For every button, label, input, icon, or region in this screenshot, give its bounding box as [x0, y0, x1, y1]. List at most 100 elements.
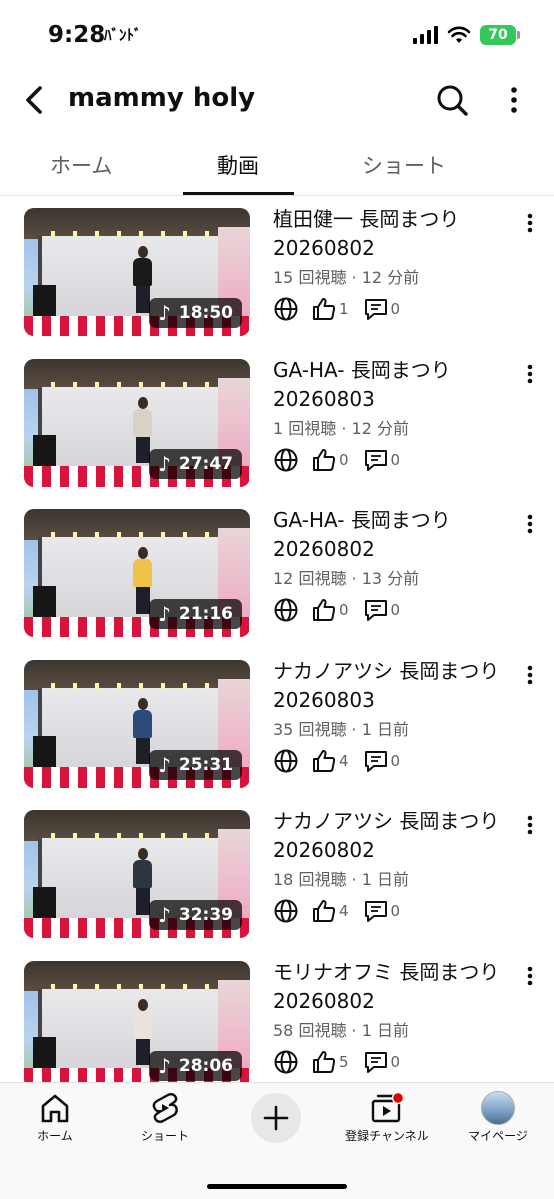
video-title[interactable]: GA-HA- 長岡まつり 20260803 — [273, 356, 523, 414]
video-meta: 1 回視聴 · 12 分前 — [273, 418, 409, 438]
nav-shorts-label: ショート — [140, 1129, 189, 1143]
duration-text: 25:31 — [178, 754, 233, 775]
nav-subscriptions-label: 登録チャンネル — [345, 1129, 429, 1143]
video-item[interactable]: ♪ 28:06 モリナオフミ 長岡まつり 20260802 58 回視聴 · 1… — [0, 949, 554, 1082]
duration-badge: ♪ 28:06 — [149, 1050, 242, 1081]
wifi-icon — [447, 26, 471, 43]
video-thumbnail[interactable]: ♪ 27:47 — [24, 358, 250, 487]
music-note-icon: ♪ — [158, 301, 171, 325]
video-title[interactable]: モリナオフミ 長岡まつり 20260802 — [273, 958, 523, 1016]
video-title[interactable]: GA-HA- 長岡まつり 20260802 — [273, 506, 523, 564]
video-thumbnail[interactable]: ♪ 18:50 — [24, 208, 250, 336]
comment-count: 0 — [390, 300, 401, 318]
comment-count: 0 — [390, 751, 401, 770]
video-item[interactable]: ♪ 32:39 ナカノアツシ 長岡まつり 20260802 18 回視聴 · 1… — [0, 798, 554, 948]
active-tab-indicator — [183, 192, 294, 195]
more-vertical-icon[interactable] — [518, 208, 542, 238]
music-note-icon: ♪ — [158, 602, 171, 626]
more-vertical-icon[interactable] — [518, 961, 542, 991]
more-vertical-icon[interactable] — [518, 359, 542, 389]
like-count: 0 — [339, 601, 349, 619]
comment-count: 0 — [390, 450, 401, 469]
home-indicator — [207, 1184, 347, 1189]
music-note-icon: ♪ — [158, 1053, 171, 1078]
video-thumbnail[interactable]: ♪ 21:16 — [24, 509, 250, 637]
battery-level: 70 — [488, 27, 508, 43]
video-stats: 0 0 — [273, 447, 414, 473]
video-meta: 35 回視聴 · 1 日前 — [273, 719, 409, 739]
music-note-icon: ♪ — [158, 451, 171, 476]
video-meta: 12 回視聴 · 13 分前 — [273, 569, 420, 588]
video-thumbnail[interactable]: ♪ 25:31 — [24, 659, 250, 788]
video-item[interactable]: ♪ 27:47 GA-HA- 長岡まつり 20260803 1 回視聴 · 12… — [0, 347, 554, 497]
duration-text: 28:06 — [178, 1055, 233, 1076]
duration-badge: ♪ 32:39 — [149, 900, 242, 930]
thumbs-up-icon — [313, 1050, 336, 1073]
nav-shorts[interactable]: ショート — [110, 1091, 220, 1144]
channel-header: mammy holy — [0, 72, 554, 128]
thumbs-up-icon — [313, 900, 336, 922]
globe-icon — [274, 1050, 298, 1073]
thumbs-up-icon — [313, 599, 336, 621]
like-count: 1 — [339, 300, 349, 318]
more-vertical-icon[interactable] — [500, 80, 528, 120]
chevron-left-icon[interactable] — [16, 80, 52, 120]
video-stats: 1 0 — [273, 296, 414, 322]
music-note-icon: ♪ — [158, 903, 171, 927]
comment-icon — [364, 1051, 387, 1073]
duration-text: 18:50 — [178, 303, 233, 323]
create-button[interactable] — [251, 1093, 301, 1143]
nav-home[interactable]: ホーム — [0, 1091, 110, 1144]
video-item[interactable]: ♪ 21:16 GA-HA- 長岡まつり 20260802 12 回視聴 · 1… — [0, 497, 554, 647]
status-bar: 9:28 ﾊﾞﾝﾄﾞ 70 — [0, 0, 554, 66]
duration-badge: ♪ 25:31 — [149, 749, 242, 780]
like-count: 4 — [339, 902, 349, 920]
nav-mypage[interactable]: マイページ — [443, 1091, 553, 1144]
comment-icon — [364, 901, 387, 922]
video-stats: 4 0 — [273, 898, 414, 924]
video-meta: 18 回視聴 · 1 日前 — [273, 870, 409, 889]
globe-icon — [274, 749, 298, 772]
thumbs-up-icon — [313, 749, 336, 772]
more-vertical-icon[interactable] — [518, 810, 542, 840]
video-title[interactable]: ナカノアツシ 長岡まつり 20260802 — [273, 807, 523, 865]
video-title[interactable]: 植田健一 長岡まつり 20260802 — [273, 205, 523, 263]
comment-icon — [364, 449, 387, 471]
like-count: 5 — [339, 1052, 349, 1071]
comment-icon — [364, 750, 387, 772]
channel-tabs: ホーム 動画 ショート — [0, 138, 554, 196]
status-extra-glyph: ﾊﾞﾝﾄﾞ — [104, 26, 142, 44]
video-thumbnail[interactable]: ♪ 28:06 — [24, 960, 250, 1082]
globe-icon — [274, 448, 298, 471]
video-thumbnail[interactable]: ♪ 32:39 — [24, 810, 250, 938]
nav-subscriptions[interactable]: 登録チャンネル — [332, 1091, 442, 1144]
duration-badge: ♪ 21:16 — [149, 599, 242, 629]
video-item[interactable]: ♪ 25:31 ナカノアツシ 長岡まつり 20260803 35 回視聴 · 1… — [0, 648, 554, 798]
more-vertical-icon[interactable] — [518, 509, 542, 539]
subscriptions-icon — [371, 1091, 405, 1123]
status-time: 9:28 — [48, 22, 106, 48]
comment-count: 0 — [390, 1052, 401, 1071]
globe-icon — [274, 899, 298, 923]
tab-videos[interactable]: 動画 — [217, 150, 259, 180]
status-indicators: 70 — [413, 25, 520, 45]
video-meta: 15 回視聴 · 12 分前 — [273, 268, 420, 287]
video-meta: 58 回視聴 · 1 日前 — [273, 1020, 409, 1040]
duration-text: 27:47 — [178, 453, 233, 474]
more-vertical-icon[interactable] — [518, 660, 542, 690]
video-title[interactable]: ナカノアツシ 長岡まつり 20260803 — [273, 657, 523, 715]
search-icon[interactable] — [432, 80, 472, 120]
bottom-navigation: ホーム ショート 登録チャンネル マイページ — [0, 1082, 554, 1199]
plus-icon — [263, 1105, 289, 1131]
video-stats: 0 0 — [273, 597, 414, 623]
video-stats: 5 0 — [273, 1049, 414, 1075]
battery-indicator: 70 — [480, 25, 520, 45]
duration-badge: ♪ 27:47 — [149, 448, 242, 479]
comment-count: 0 — [390, 601, 401, 619]
tab-shorts[interactable]: ショート — [362, 150, 446, 180]
globe-icon — [274, 297, 298, 321]
comment-icon — [364, 299, 387, 320]
tab-home[interactable]: ホーム — [50, 150, 112, 180]
notification-dot — [391, 1091, 405, 1105]
video-item[interactable]: ♪ 18:50 植田健一 長岡まつり 20260802 15 回視聴 · 12 … — [0, 196, 554, 346]
